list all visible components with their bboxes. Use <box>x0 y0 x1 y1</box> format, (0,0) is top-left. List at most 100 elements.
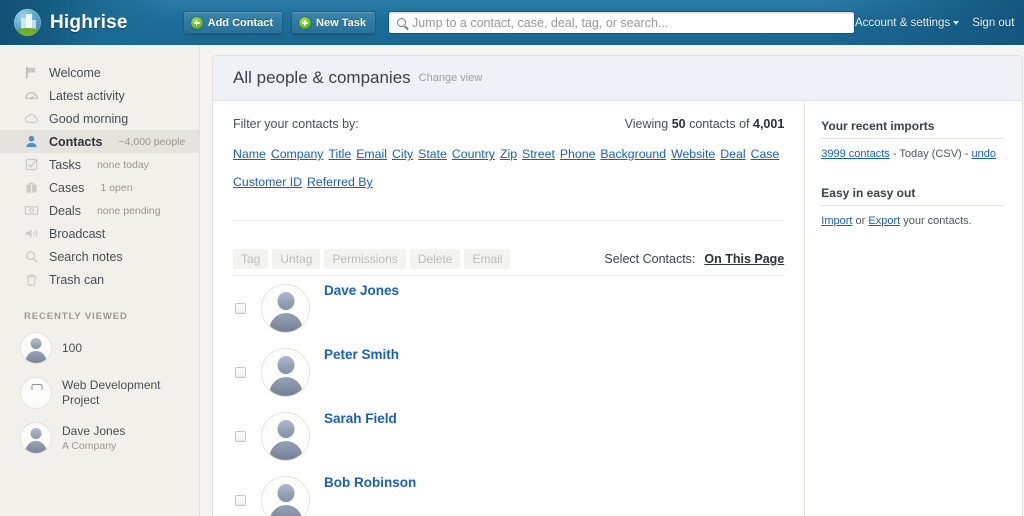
recently-viewed-item[interactable]: Web Development Project <box>0 377 199 409</box>
search-icon <box>396 18 406 27</box>
easy-in-easy-out-block: Easy in easy out Import or Export your c… <box>821 186 1005 230</box>
sidebar-item-deals[interactable]: Deals none pending <box>0 199 199 222</box>
recently-viewed-item[interactable]: Dave Jones A Company <box>0 422 199 454</box>
sidebar-item-welcome[interactable]: Welcome <box>0 61 199 84</box>
plus-icon <box>190 16 203 29</box>
contact-checkbox[interactable] <box>235 366 246 378</box>
delete-button[interactable]: Delete <box>409 249 461 269</box>
sidebar-item-tasks[interactable]: Tasks none today <box>0 153 199 176</box>
sidebar-label: Search notes <box>49 249 123 264</box>
brand-logo-group[interactable]: Highrise <box>14 9 128 36</box>
contacts-side-column: Your recent imports 3999 contacts - Toda… <box>804 101 1022 516</box>
table-row[interactable]: Sarah Field <box>233 404 784 468</box>
sidebar-sublabel: ~4,000 people <box>118 135 186 148</box>
recently-viewed-label: Dave Jones <box>62 424 126 439</box>
sidebar-label: Contacts <box>49 134 103 149</box>
sidebar-item-good-morning[interactable]: Good morning <box>0 107 199 130</box>
sidebar-label: Deals <box>49 203 81 218</box>
your-contacts-text: your contacts. <box>900 214 972 227</box>
flag-icon <box>26 66 37 79</box>
money-icon <box>24 206 39 215</box>
recent-import-link[interactable]: 3999 contacts <box>821 148 890 160</box>
briefcase-icon <box>26 182 37 193</box>
viewing-total: 4,001 <box>753 117 785 131</box>
contact-checkbox[interactable] <box>235 494 246 506</box>
viewing-prefix: Viewing <box>624 117 672 131</box>
filter-link-street[interactable]: Street <box>522 147 555 161</box>
sidebar-label: Cases <box>49 180 85 195</box>
trash-icon <box>26 274 37 286</box>
tag-button[interactable]: Tag <box>233 249 269 269</box>
filter-link-title[interactable]: Title <box>328 147 351 161</box>
sidebar-item-trash-can[interactable]: Trash can <box>0 268 199 291</box>
filter-link-background[interactable]: Background <box>600 147 666 161</box>
search-icon <box>25 250 38 263</box>
avatar <box>261 347 310 397</box>
export-link[interactable]: Export <box>868 215 900 227</box>
recently-viewed-label: 100 <box>62 340 83 355</box>
contact-name-link[interactable]: Bob Robinson <box>324 475 416 490</box>
avatar <box>261 411 310 461</box>
contacts-panel: All people & companies Change view Filte… <box>212 55 1024 516</box>
sidebar-sublabel: none pending <box>96 204 161 217</box>
filter-link-zip[interactable]: Zip <box>500 147 517 161</box>
filter-link-customer-id[interactable]: Customer ID <box>233 175 302 189</box>
filter-link-state[interactable]: State <box>418 147 447 161</box>
filter-link-company[interactable]: Company <box>271 147 324 161</box>
filter-link-country[interactable]: Country <box>452 147 495 161</box>
filter-link-city[interactable]: City <box>392 147 413 161</box>
filter-link-email[interactable]: Email <box>356 147 387 161</box>
untag-button[interactable]: Untag <box>272 249 321 269</box>
contact-checkbox[interactable] <box>235 302 246 314</box>
table-row[interactable]: Dave Jones <box>233 276 784 340</box>
contact-name-link[interactable]: Peter Smith <box>324 347 399 362</box>
sidebar-label: Good morning <box>49 111 129 126</box>
filter-link-deal[interactable]: Deal <box>720 147 745 161</box>
filter-link-referred-by[interactable]: Referred By <box>307 175 373 189</box>
sidebar-label: Welcome <box>49 65 101 80</box>
sidebar-item-cases[interactable]: Cases 1 open <box>0 176 199 199</box>
content-area: All people & companies Change view Filte… <box>200 45 1024 516</box>
account-settings-link[interactable]: Account & settings <box>855 17 960 29</box>
import-link[interactable]: Import <box>821 215 852 227</box>
search-area <box>387 11 855 34</box>
filter-link-website[interactable]: Website <box>671 147 715 161</box>
select-on-this-page-link[interactable]: On This Page <box>704 252 784 266</box>
undo-import-link[interactable]: undo <box>972 148 996 160</box>
new-task-label: New Task <box>316 16 366 29</box>
recently-viewed-item[interactable]: 100 <box>0 332 199 364</box>
contact-name-link[interactable]: Sarah Field <box>324 411 397 426</box>
filter-link-case[interactable]: Case <box>751 147 780 161</box>
contact-name-link[interactable]: Dave Jones <box>324 283 399 298</box>
select-contacts-label: Select Contacts: <box>604 252 696 266</box>
sidebar-label: Broadcast <box>49 226 106 241</box>
sidebar-item-broadcast[interactable]: Broadcast <box>0 222 199 245</box>
contacts-main-column: Filter your contacts by: Viewing 50 cont… <box>213 101 804 516</box>
global-search-box[interactable] <box>387 11 855 34</box>
sidebar-item-search-notes[interactable]: Search notes <box>0 245 199 268</box>
table-row[interactable]: Peter Smith <box>233 340 784 404</box>
recently-viewed-label: Web Development Project <box>62 378 161 407</box>
filter-link-phone[interactable]: Phone <box>560 147 596 161</box>
recently-viewed-sublabel: A Company <box>62 439 117 452</box>
import-export-text: Import or Export your contacts. <box>821 213 1004 230</box>
table-row[interactable]: Bob Robinson <box>233 468 784 516</box>
add-contact-button[interactable]: Add Contact <box>182 11 284 34</box>
new-task-button[interactable]: New Task <box>291 11 376 34</box>
sign-out-link[interactable]: Sign out <box>972 17 1014 29</box>
permissions-button[interactable]: Permissions <box>324 249 406 269</box>
contact-checkbox[interactable] <box>235 430 246 442</box>
page-title: All people & companies <box>233 68 411 87</box>
sidebar-item-contacts[interactable]: Contacts ~4,000 people <box>0 130 199 153</box>
recent-imports-text: 3999 contacts - Today (CSV) - undo <box>821 146 1004 163</box>
filter-label: Filter your contacts by: <box>233 117 359 131</box>
plus-icon <box>299 16 312 29</box>
change-view-link[interactable]: Change view <box>419 72 483 84</box>
recent-imports-heading: Your recent imports <box>821 119 1005 139</box>
email-button[interactable]: Email <box>464 249 511 269</box>
sidebar-item-latest-activity[interactable]: Latest activity <box>0 84 199 107</box>
filter-header-row: Filter your contacts by: Viewing 50 cont… <box>233 117 784 131</box>
filter-link-name[interactable]: Name <box>233 147 266 161</box>
panel-body: Filter your contacts by: Viewing 50 cont… <box>213 101 1022 516</box>
search-input[interactable] <box>411 15 846 30</box>
